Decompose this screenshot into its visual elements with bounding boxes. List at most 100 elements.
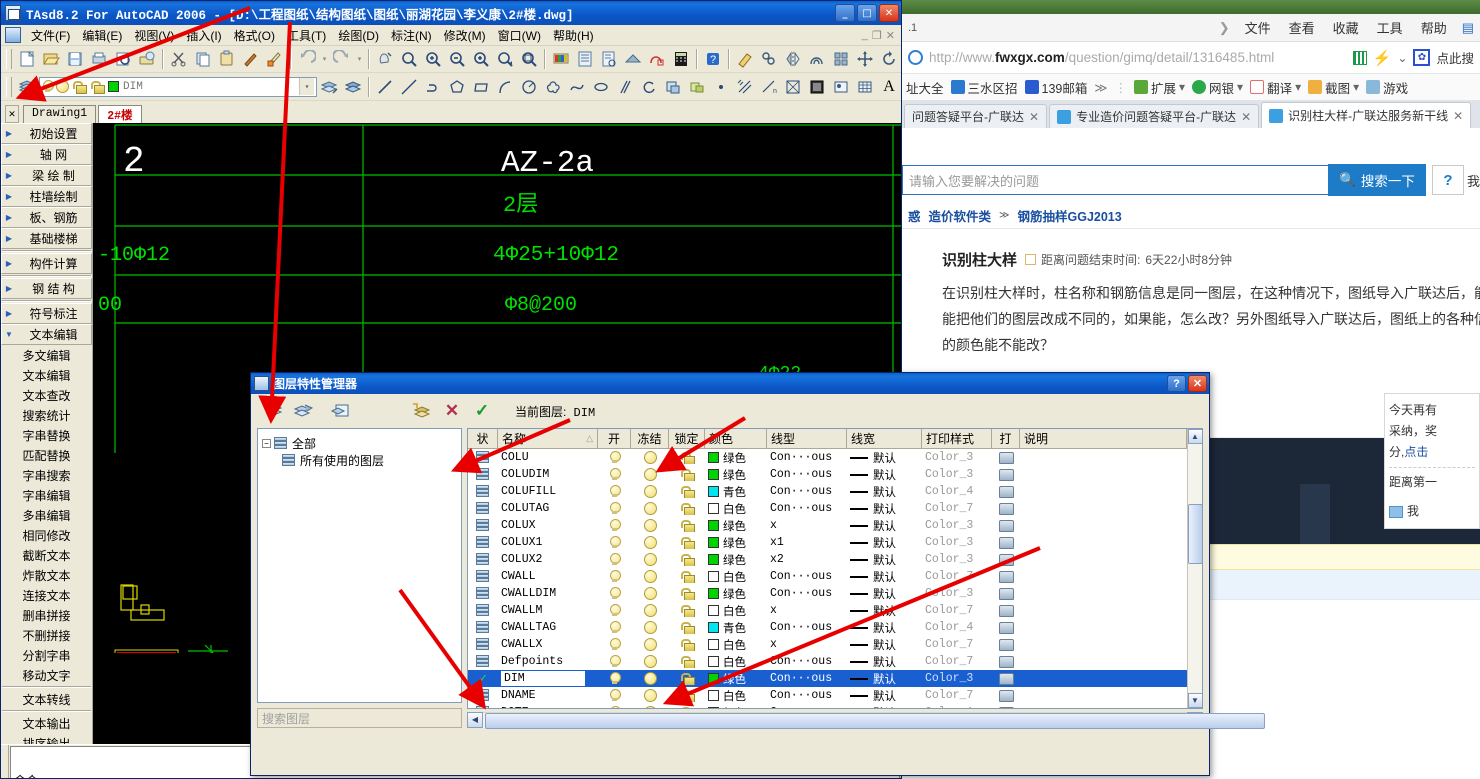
close-icon[interactable]: ✕	[1029, 110, 1039, 124]
color-swatch[interactable]	[708, 690, 719, 701]
cell-layer-name[interactable]: DOTE	[498, 706, 598, 708]
cell-on[interactable]	[598, 672, 631, 685]
cell-on[interactable]	[598, 570, 631, 583]
unlock-icon[interactable]	[680, 451, 695, 464]
cell-status[interactable]	[468, 451, 498, 464]
plot-icon[interactable]	[136, 48, 158, 70]
cell-plotstyle[interactable]: Color_7	[922, 604, 992, 617]
sidebar-item-truncate-text[interactable]: 截断文本	[1, 545, 92, 565]
menu-tools[interactable]: 工具(T)	[281, 25, 332, 46]
browser-menu-favorites[interactable]: 收藏	[1324, 18, 1368, 37]
cell-lineweight[interactable]: 默认	[847, 637, 922, 653]
color-swatch[interactable]	[708, 673, 719, 684]
delete-layer-icon[interactable]: ✕	[441, 400, 463, 422]
cell-linetype[interactable]: x	[767, 638, 847, 651]
cell-lineweight[interactable]: 默认	[847, 467, 922, 483]
sun-icon[interactable]	[643, 468, 657, 481]
cell-color[interactable]: 绿色	[705, 586, 767, 602]
cell-status[interactable]	[468, 689, 498, 702]
cell-linetype[interactable]: x	[767, 519, 847, 532]
color-swatch[interactable]	[708, 503, 719, 514]
cell-plotstyle[interactable]: Color_4	[922, 485, 992, 498]
lightbulb-icon[interactable]	[609, 604, 621, 617]
unlock-icon[interactable]	[680, 587, 695, 600]
cut-icon[interactable]	[168, 48, 190, 70]
cell-lineweight[interactable]: 默认	[847, 688, 922, 704]
cell-color[interactable]: 白色	[705, 569, 767, 585]
cell-layer-name[interactable]: COLU	[498, 451, 598, 464]
cell-plot[interactable]	[992, 553, 1020, 566]
copy-icon[interactable]	[192, 48, 214, 70]
browser-menu-view[interactable]: 查看	[1280, 18, 1324, 37]
table-row[interactable]: COLUX2 绿色 x2 默认 Color_3	[468, 551, 1187, 568]
rotate-icon[interactable]	[878, 48, 900, 70]
sidebar-item-split-string[interactable]: 分割字串	[1, 645, 92, 665]
cell-plot[interactable]	[992, 621, 1020, 634]
cell-freeze[interactable]	[631, 672, 669, 685]
layer-toolbar-grip[interactable]	[6, 76, 12, 97]
cell-color[interactable]: 白色	[705, 637, 767, 653]
cell-linetype[interactable]: x2	[767, 553, 847, 566]
printer-icon[interactable]	[998, 536, 1014, 549]
cell-status[interactable]	[468, 536, 498, 549]
layer-combobox[interactable]: DIM ▾	[39, 76, 317, 97]
sidebar-item-text-export[interactable]: 文本输出	[1, 713, 92, 733]
printer-icon[interactable]	[998, 519, 1014, 532]
site-search-button[interactable]: 🔍 搜索一下	[1327, 164, 1426, 196]
cell-freeze[interactable]	[631, 689, 669, 702]
sidebar-item-multi-text-edit[interactable]: 多文编辑	[1, 345, 92, 365]
sidebar-group-steel-structure[interactable]: ▶ 钢 结 构	[1, 278, 92, 299]
color-swatch[interactable]	[708, 469, 719, 480]
cell-layer-name[interactable]: CWALLM	[498, 604, 598, 617]
sun-icon[interactable]	[643, 706, 657, 708]
cell-layer-name[interactable]: DIM	[498, 671, 598, 686]
sidebar-group-column-wall[interactable]: ▶ 柱墙绘制	[1, 186, 92, 207]
cell-linetype[interactable]: Con···ous	[767, 672, 847, 685]
zoom-window-icon[interactable]	[422, 48, 444, 70]
menu-modify[interactable]: 修改(M)	[438, 25, 492, 46]
zoom-out-icon[interactable]	[446, 48, 468, 70]
cell-lock[interactable]	[669, 621, 705, 634]
open-file-icon[interactable]	[40, 48, 62, 70]
qr-code-icon[interactable]	[1352, 50, 1367, 65]
cell-layer-name[interactable]: CWALLTAG	[498, 621, 598, 634]
quick-select-icon[interactable]	[264, 48, 286, 70]
printer-icon[interactable]	[998, 502, 1014, 515]
cell-freeze[interactable]	[631, 570, 669, 583]
menu-dimension[interactable]: 标注(N)	[385, 25, 438, 46]
tree-child-row[interactable]: 所有使用的图层	[262, 452, 457, 469]
color-swatch[interactable]	[708, 537, 719, 548]
cell-lock[interactable]	[669, 570, 705, 583]
cell-on[interactable]	[598, 536, 631, 549]
menu-draw[interactable]: 绘图(D)	[332, 25, 385, 46]
unlock-icon[interactable]	[680, 570, 695, 583]
layer-properties-manager-icon[interactable]	[16, 76, 38, 98]
sidebar-group-symbol-annotation[interactable]: ▶ 符号标注	[1, 303, 92, 324]
table-row[interactable]: ✓ DIM 绿色 Con···ous 默认 Color_3	[468, 670, 1187, 687]
hscroll-thumb[interactable]	[485, 712, 1265, 729]
browser-more-icon[interactable]: ▤	[1456, 20, 1474, 36]
table-row[interactable]: CWALL 白色 Con···ous 默认 Color_7	[468, 568, 1187, 585]
sidebar-group-slab-rebar[interactable]: ▶ 板、钢筋	[1, 207, 92, 228]
move-icon[interactable]	[854, 48, 876, 70]
grid-horizontal-scrollbar[interactable]: ◀ ▶	[467, 711, 1265, 729]
sidebar-group-beam[interactable]: ▶ 梁 绘 制	[1, 165, 92, 186]
unlock-icon[interactable]	[680, 502, 695, 515]
cell-freeze[interactable]	[631, 706, 669, 708]
bookmarks-overflow-icon[interactable]: ≫	[1094, 80, 1107, 95]
search-layer-input[interactable]: 搜索图层	[257, 708, 462, 728]
grid-vertical-scrollbar[interactable]: ▲ ▼	[1187, 429, 1202, 708]
printer-icon[interactable]	[998, 587, 1014, 600]
sidebar-group-init[interactable]: ▶ 初始设置	[1, 123, 92, 144]
cell-lineweight[interactable]: 默认	[847, 569, 922, 585]
menu-edit[interactable]: 编辑(E)	[76, 25, 128, 46]
undo-icon[interactable]	[296, 48, 318, 70]
unlock-icon[interactable]	[680, 536, 695, 549]
unlock-icon[interactable]	[680, 706, 695, 708]
table-row[interactable]: CWALLM 白色 x 默认 Color_7	[468, 602, 1187, 619]
cell-plotstyle[interactable]: Color_7	[922, 689, 992, 702]
cell-lock[interactable]	[669, 468, 705, 481]
color-swatch[interactable]	[708, 639, 719, 650]
browser-tab-2[interactable]: 专业造价问题答疑平台-广联达 ✕	[1049, 104, 1260, 128]
cell-on[interactable]	[598, 604, 631, 617]
